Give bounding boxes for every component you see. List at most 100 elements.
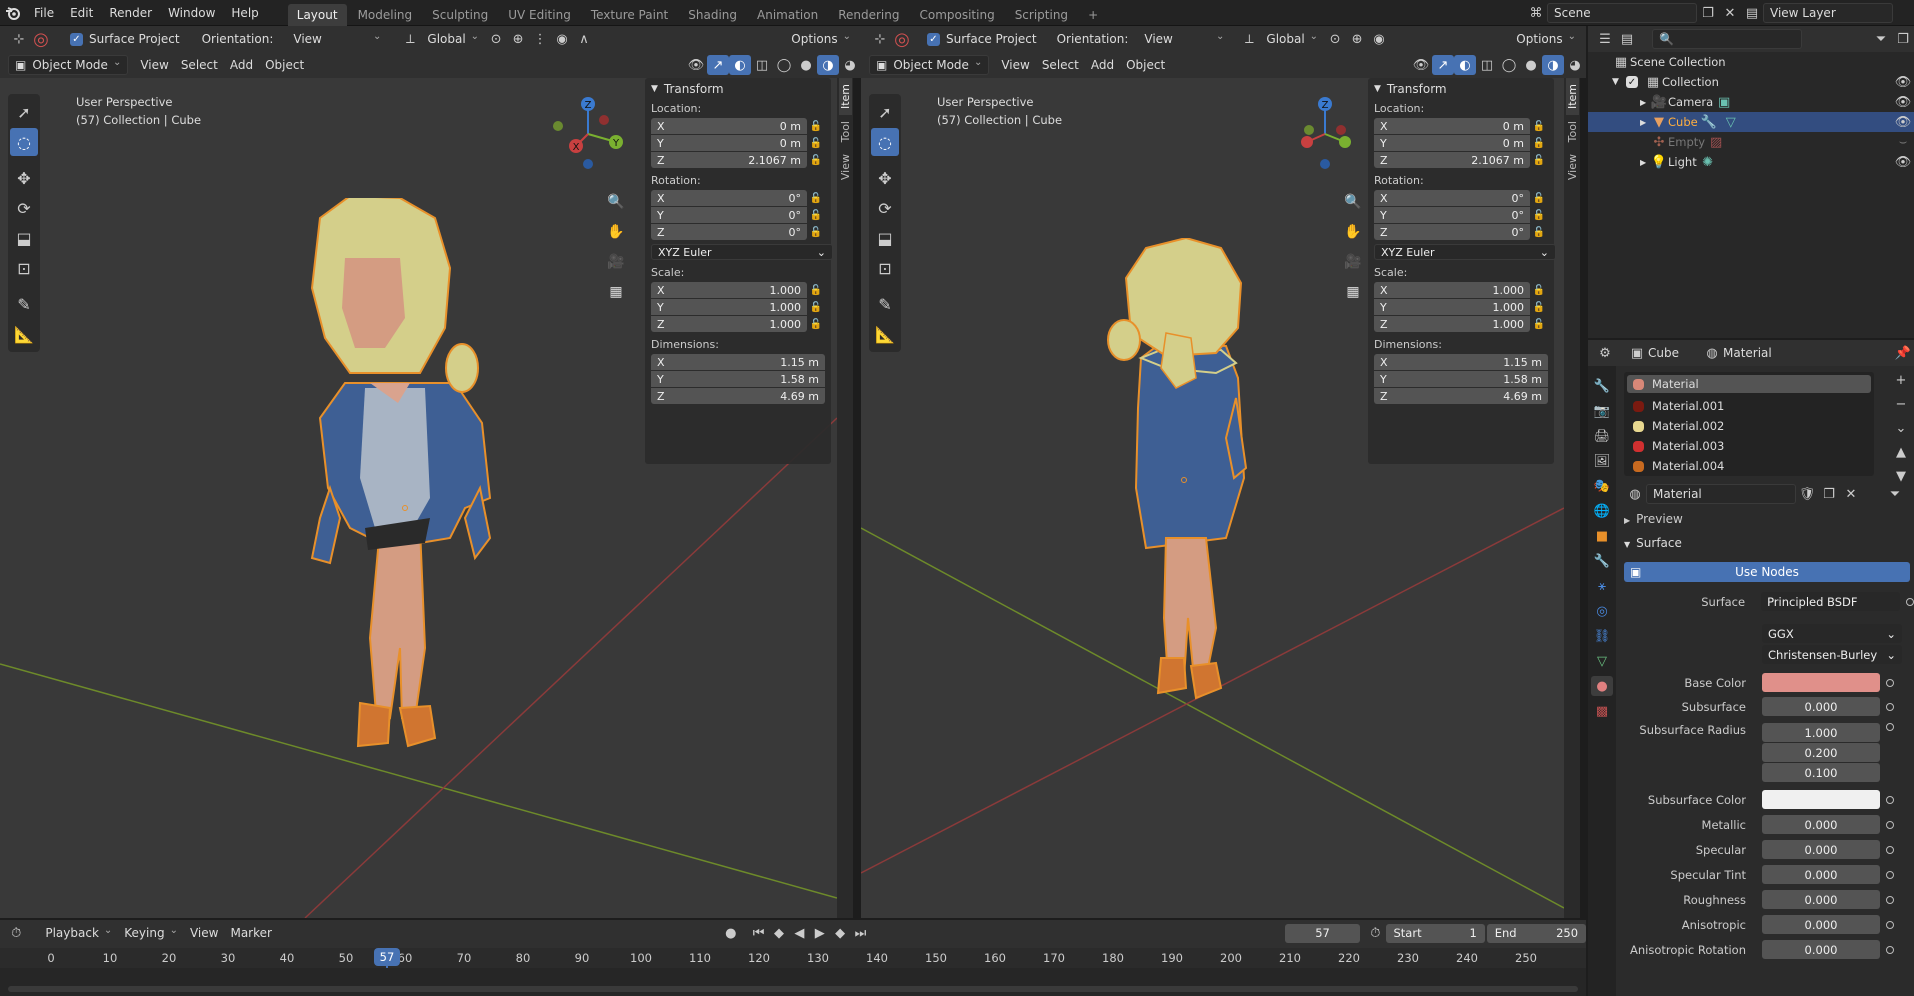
subsurface-radius-b-field[interactable]: 0.100 (1762, 763, 1880, 782)
xray-icon[interactable]: ◫ (751, 55, 773, 75)
menu-object[interactable]: Object (1120, 55, 1171, 75)
node-tree-icon[interactable]: ⏷ (1884, 484, 1906, 504)
proportional-edit-icon[interactable]: ◉ (551, 29, 573, 49)
subsurface-field[interactable]: 0.000 (1762, 697, 1880, 716)
scale-tool-icon[interactable]: ⬓ (871, 224, 899, 252)
lock-icon[interactable]: 🔓 (807, 138, 825, 149)
material-shading-icon[interactable]: ◑ (1542, 55, 1564, 75)
tab-layout[interactable]: Layout (287, 3, 347, 26)
outliner-row-light[interactable]: ▶ 💡 Light ✺ 👁 (1588, 152, 1914, 172)
output-properties-icon[interactable]: 🖨 (1591, 426, 1613, 446)
location-z-field[interactable]: Z 2.1067 m (1374, 152, 1530, 168)
lock-icon[interactable]: 🔓 (807, 193, 825, 204)
pivot-icon[interactable]: ⊙ (1324, 29, 1346, 49)
tab-uv-editing[interactable]: UV Editing (499, 4, 580, 26)
transform-orientation-icon[interactable]: ⟂ (1238, 29, 1260, 49)
zoom-icon[interactable]: 🔍 (1341, 190, 1365, 214)
tab-scripting[interactable]: Scripting (1006, 4, 1077, 26)
lock-icon[interactable]: 🔓 (807, 302, 825, 313)
subsurface-radius-g-field[interactable]: 0.200 (1762, 743, 1880, 762)
socket-icon[interactable] (1886, 945, 1894, 954)
collection-checkbox[interactable]: ✓ (1626, 76, 1638, 88)
start-frame-field[interactable]: Start 1 (1385, 923, 1485, 943)
scene-properties-icon[interactable]: 🎭 (1591, 476, 1613, 496)
transform-panel-title[interactable]: ▼ Transform (1368, 78, 1554, 100)
dimension-y-field[interactable]: Y 1.58 m (651, 371, 825, 387)
record-icon[interactable]: ● (721, 923, 741, 943)
lock-icon[interactable]: 🔓 (807, 227, 825, 238)
character-model-back[interactable] (1106, 238, 1266, 708)
scale-x-field[interactable]: X 1.000 (651, 282, 807, 298)
socket-icon[interactable] (1886, 845, 1894, 854)
pivot-icon[interactable]: ⊙ (485, 29, 507, 49)
material-properties-icon[interactable]: ● (1591, 676, 1613, 696)
solid-shading-icon[interactable]: ● (1520, 55, 1542, 75)
options-dropdown[interactable]: Options (785, 29, 857, 49)
world-properties-icon[interactable]: 🌐 (1591, 501, 1613, 521)
snap-icon[interactable]: ⊕ (507, 29, 529, 49)
lock-icon[interactable]: 🔓 (807, 319, 825, 330)
outliner-row-cube[interactable]: ▶ ▼ Cube 🔧 ▽ 👁 (1588, 112, 1914, 132)
annotate-tool-icon[interactable]: ✎ (871, 290, 899, 318)
rotation-z-field[interactable]: Z 0° (1374, 224, 1530, 240)
transform-tool-icon[interactable]: ⊡ (871, 254, 899, 282)
eye-icon[interactable]: 👁 (1892, 112, 1914, 132)
editor-type-icon[interactable]: ☰ (1594, 29, 1616, 49)
menu-select[interactable]: Select (1036, 55, 1085, 75)
material-slot-0[interactable]: Material (1627, 375, 1871, 393)
menu-window[interactable]: Window (160, 0, 223, 26)
menu-view[interactable]: View (184, 923, 224, 943)
overlay-toggle-icon[interactable]: ◐ (729, 55, 751, 75)
rotation-mode-dropdown[interactable]: XYZ Euler ⌄ (1374, 244, 1556, 260)
material-shading-icon[interactable]: ◑ (817, 55, 839, 75)
menu-view[interactable]: View (995, 55, 1035, 75)
zoom-icon[interactable]: 🔍 (604, 190, 628, 214)
viewport-left[interactable]: ⊹ ◎ ✓ Surface Project Orientation: View … (0, 26, 861, 918)
subsurface-radius-r-field[interactable]: 1.000 (1762, 723, 1880, 742)
display-mode-icon[interactable]: ▤ (1616, 29, 1638, 49)
location-x-field[interactable]: X0 m (651, 118, 807, 134)
object-mode-dropdown[interactable]: ▣ Object Mode (8, 55, 129, 75)
socket-icon[interactable] (1886, 702, 1894, 711)
jump-end-icon[interactable]: ⏭ (850, 923, 870, 943)
proportional-edit-icon[interactable]: ◉ (1368, 29, 1390, 49)
move-slot-up-icon[interactable]: ▲ (1890, 442, 1912, 462)
rotation-y-field[interactable]: Y 0° (651, 207, 807, 223)
rotation-x-field[interactable]: X 0° (1374, 190, 1530, 206)
jump-start-icon[interactable]: ⏮ (748, 923, 768, 943)
scale-x-field[interactable]: X 1.000 (1374, 282, 1530, 298)
pin-icon[interactable]: 📌 (1892, 343, 1914, 363)
menu-edit[interactable]: Edit (62, 0, 101, 26)
eye-icon[interactable]: 👁 (1892, 152, 1914, 172)
outliner-row-scene-collection[interactable]: ▦ Scene Collection (1588, 52, 1914, 72)
pan-hand-icon[interactable]: ✋ (1341, 220, 1365, 244)
add-slot-icon[interactable]: + (1890, 370, 1912, 390)
texture-properties-icon[interactable]: ▩ (1591, 701, 1613, 721)
move-tool-icon[interactable]: ✥ (10, 164, 38, 192)
tab-texture-paint[interactable]: Texture Paint (582, 4, 677, 26)
ortho-grid-icon[interactable]: ▦ (604, 280, 628, 304)
material-slot-4[interactable]: Material.004 (1624, 456, 1874, 476)
tab-view[interactable]: View (839, 148, 852, 186)
rendered-shading-icon[interactable]: ◕ (1564, 55, 1586, 75)
outliner-search-input[interactable]: 🔍 (1652, 29, 1802, 49)
rotate-tool-icon[interactable]: ⟳ (10, 194, 38, 222)
editor-type-icon[interactable]: ⏱ (6, 923, 26, 943)
base-color-swatch[interactable] (1762, 673, 1880, 692)
delete-scene-icon[interactable]: ✕ (1719, 3, 1741, 23)
subsurface-color-swatch[interactable] (1762, 790, 1880, 809)
tab-sculpting[interactable]: Sculpting (423, 4, 497, 26)
preview-range-icon[interactable]: ⏱ (1365, 923, 1385, 943)
anisotropic-field[interactable]: 0.000 (1762, 915, 1880, 934)
socket-icon[interactable] (1886, 895, 1894, 904)
render-properties-icon[interactable]: 📷 (1591, 401, 1613, 421)
specular-field[interactable]: 0.000 (1762, 840, 1880, 859)
modifier-properties-icon[interactable]: 🔧 (1591, 551, 1613, 571)
tab-modeling[interactable]: Modeling (349, 4, 422, 26)
move-slot-down-icon[interactable]: ▼ (1890, 466, 1912, 486)
duplicate-material-icon[interactable]: ❐ (1818, 484, 1840, 504)
tab-tool[interactable]: Tool (839, 115, 852, 148)
roughness-field[interactable]: 0.000 (1762, 890, 1880, 909)
character-model-front[interactable] (290, 198, 520, 758)
tab-view[interactable]: View (1566, 148, 1579, 186)
